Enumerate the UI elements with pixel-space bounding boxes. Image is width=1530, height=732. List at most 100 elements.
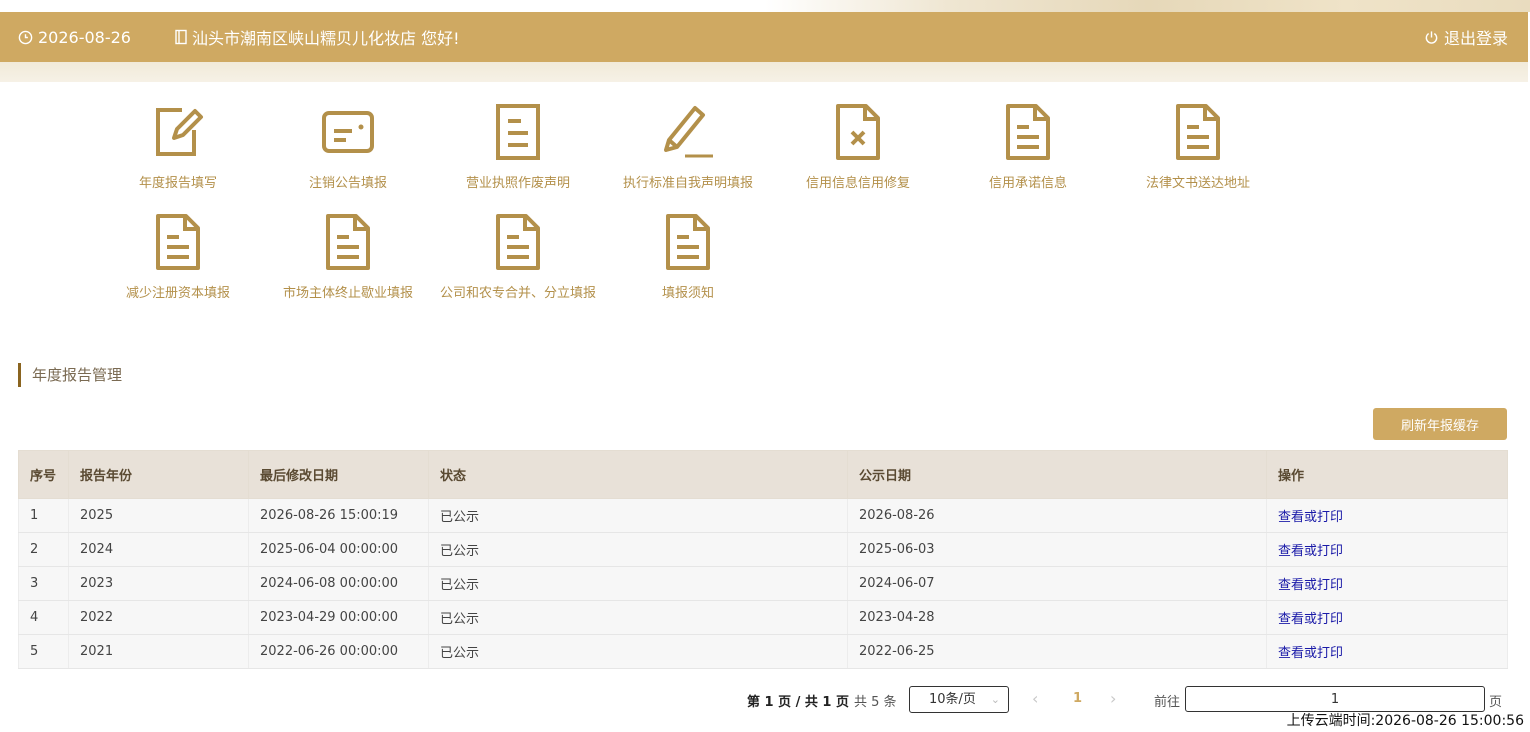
menu-label: 信用信息信用修复	[805, 176, 910, 191]
menu-label: 公司和农专合并、分立填报	[439, 286, 596, 301]
menu-label: 营业执照作废声明	[465, 176, 570, 191]
cell-publish-date: 2026-08-26	[847, 498, 1267, 533]
header-date: 2026-08-26	[18, 12, 131, 62]
document-icon	[1176, 104, 1220, 160]
menu-filing-notes[interactable]: 填报须知	[603, 214, 773, 314]
logout-button[interactable]: 退出登录	[1424, 12, 1508, 62]
header-greeting: 汕头市潮南区峡山糯贝儿化妆店 您好!	[174, 12, 460, 62]
view-print-link[interactable]: 查看或打印	[1278, 544, 1343, 559]
cell-status: 已公示	[428, 566, 848, 601]
document-icon	[496, 104, 540, 160]
cell-year: 2025	[68, 498, 249, 533]
cell-action: 查看或打印	[1266, 532, 1508, 567]
chevron-left-icon[interactable]: ‹	[1032, 689, 1038, 708]
document-icon	[666, 214, 710, 270]
document-icon	[1006, 104, 1050, 160]
cell-action: 查看或打印	[1266, 634, 1508, 669]
menu-credit-commitment[interactable]: 信用承诺信息	[943, 104, 1113, 204]
header-shadow-bar	[0, 62, 1528, 82]
menu-label: 注销公告填报	[308, 176, 387, 191]
edit-icon	[156, 108, 203, 156]
table-row: 2 2024 2025-06-04 00:00:00 已公示 2025-06-0…	[18, 532, 1508, 567]
view-print-link[interactable]: 查看或打印	[1278, 510, 1343, 525]
pagination: 第 1 页 / 共 1 页 共 5 条 10条/页 ⌄ ‹ 1 › 前往 页	[0, 686, 1530, 713]
header-texture	[0, 0, 1530, 12]
goto-label: 前往	[1154, 695, 1181, 710]
column-header: 状态	[428, 450, 848, 499]
cell-index: 1	[18, 498, 69, 533]
power-icon	[1425, 30, 1438, 44]
view-print-link[interactable]: 查看或打印	[1278, 578, 1343, 593]
cell-index: 4	[18, 600, 69, 635]
view-print-link[interactable]: 查看或打印	[1278, 612, 1343, 627]
menu-label: 减少注册资本填报	[125, 286, 230, 301]
cell-modified: 2024-06-08 00:00:00	[248, 566, 429, 601]
menu-credit-repair[interactable]: 信用信息信用修复	[773, 104, 943, 204]
column-header: 最后修改日期	[248, 450, 429, 499]
menu-label: 市场主体终止歇业填报	[282, 286, 413, 301]
column-header: 操作	[1266, 450, 1508, 499]
menu-merger-split[interactable]: 公司和农专合并、分立填报	[433, 214, 603, 314]
table-header-row: 序号 报告年份 最后修改日期 状态 公示日期 操作	[18, 450, 1508, 499]
menu-business-suspension[interactable]: 市场主体终止歇业填报	[263, 214, 433, 314]
menu-legal-address[interactable]: 法律文书送达地址	[1113, 104, 1283, 204]
table-row: 1 2025 2026-08-26 15:00:19 已公示 2026-08-2…	[18, 498, 1508, 533]
cell-modified: 2026-08-26 15:00:19	[248, 498, 429, 533]
header-date-text: 2026-08-26	[38, 27, 131, 47]
document-icon	[326, 214, 370, 270]
menu-label: 年度报告填写	[138, 176, 217, 191]
cell-action: 查看或打印	[1266, 566, 1508, 601]
cell-index: 5	[18, 634, 69, 669]
cell-publish-date: 2023-04-28	[847, 600, 1267, 635]
total-count: 共 5 条	[854, 695, 897, 710]
logout-label: 退出登录	[1443, 29, 1508, 48]
annual-report-table: 序号 报告年份 最后修改日期 状态 公示日期 操作 1 2025 2026-08…	[18, 450, 1508, 669]
cell-publish-date: 2025-06-03	[847, 532, 1267, 567]
cell-year: 2024	[68, 532, 249, 567]
chevron-right-icon[interactable]: ›	[1110, 689, 1116, 708]
menu-label: 信用承诺信息	[988, 176, 1067, 191]
document-icon	[156, 214, 200, 270]
greeting-text: 汕头市潮南区峡山糯贝儿化妆店 您好!	[192, 29, 460, 48]
cell-action: 查看或打印	[1266, 498, 1508, 533]
document-x-icon	[836, 104, 880, 160]
cell-status: 已公示	[428, 634, 848, 669]
book-icon	[175, 29, 187, 45]
refresh-cache-button[interactable]: 刷新年报缓存	[1373, 408, 1507, 440]
view-print-link[interactable]: 查看或打印	[1278, 646, 1343, 661]
cell-index: 3	[18, 566, 69, 601]
page-size-select[interactable]: 10条/页 ⌄	[909, 686, 1009, 713]
column-header: 序号	[18, 450, 69, 499]
goto-page-input[interactable]	[1185, 686, 1485, 712]
cell-modified: 2023-04-29 00:00:00	[248, 600, 429, 635]
menu-label: 填报须知	[661, 286, 714, 301]
pencil-icon	[664, 106, 713, 158]
clock-icon	[18, 30, 33, 44]
table-row: 3 2023 2024-06-08 00:00:00 已公示 2024-06-0…	[18, 566, 1508, 601]
cell-status: 已公示	[428, 600, 848, 635]
cell-publish-date: 2022-06-25	[847, 634, 1267, 669]
cell-year: 2022	[68, 600, 249, 635]
top-header: 2026-08-26 汕头市潮南区峡山糯贝儿化妆店 您好! 退出登录	[0, 12, 1528, 62]
menu-label: 法律文书送达地址	[1145, 176, 1250, 191]
cell-year: 2023	[68, 566, 249, 601]
menu-capital-reduction[interactable]: 减少注册资本填报	[93, 214, 263, 314]
document-icon	[496, 214, 540, 270]
cell-modified: 2022-06-26 00:00:00	[248, 634, 429, 669]
cell-modified: 2025-06-04 00:00:00	[248, 532, 429, 567]
menu-label: 执行标准自我声明填报	[622, 176, 753, 191]
menu-cancellation-notice[interactable]: 注销公告填报	[263, 104, 433, 204]
cell-status: 已公示	[428, 498, 848, 533]
menu-standard-declaration[interactable]: 执行标准自我声明填报	[603, 104, 773, 204]
card-icon	[322, 111, 374, 153]
page-size-value: 10条/页	[929, 692, 976, 707]
cell-status: 已公示	[428, 532, 848, 567]
chevron-down-icon: ⌄	[990, 693, 1000, 706]
page-number[interactable]: 1	[1073, 691, 1082, 706]
upload-time: 上传云端时间:2026-08-26 15:00:56	[1286, 713, 1524, 729]
table-row: 5 2021 2022-06-26 00:00:00 已公示 2022-06-2…	[18, 634, 1508, 669]
menu-license-void[interactable]: 营业执照作废声明	[433, 104, 603, 204]
section-title: 年度报告管理	[18, 363, 122, 387]
cell-publish-date: 2024-06-07	[847, 566, 1267, 601]
menu-annual-report[interactable]: 年度报告填写	[93, 104, 263, 204]
